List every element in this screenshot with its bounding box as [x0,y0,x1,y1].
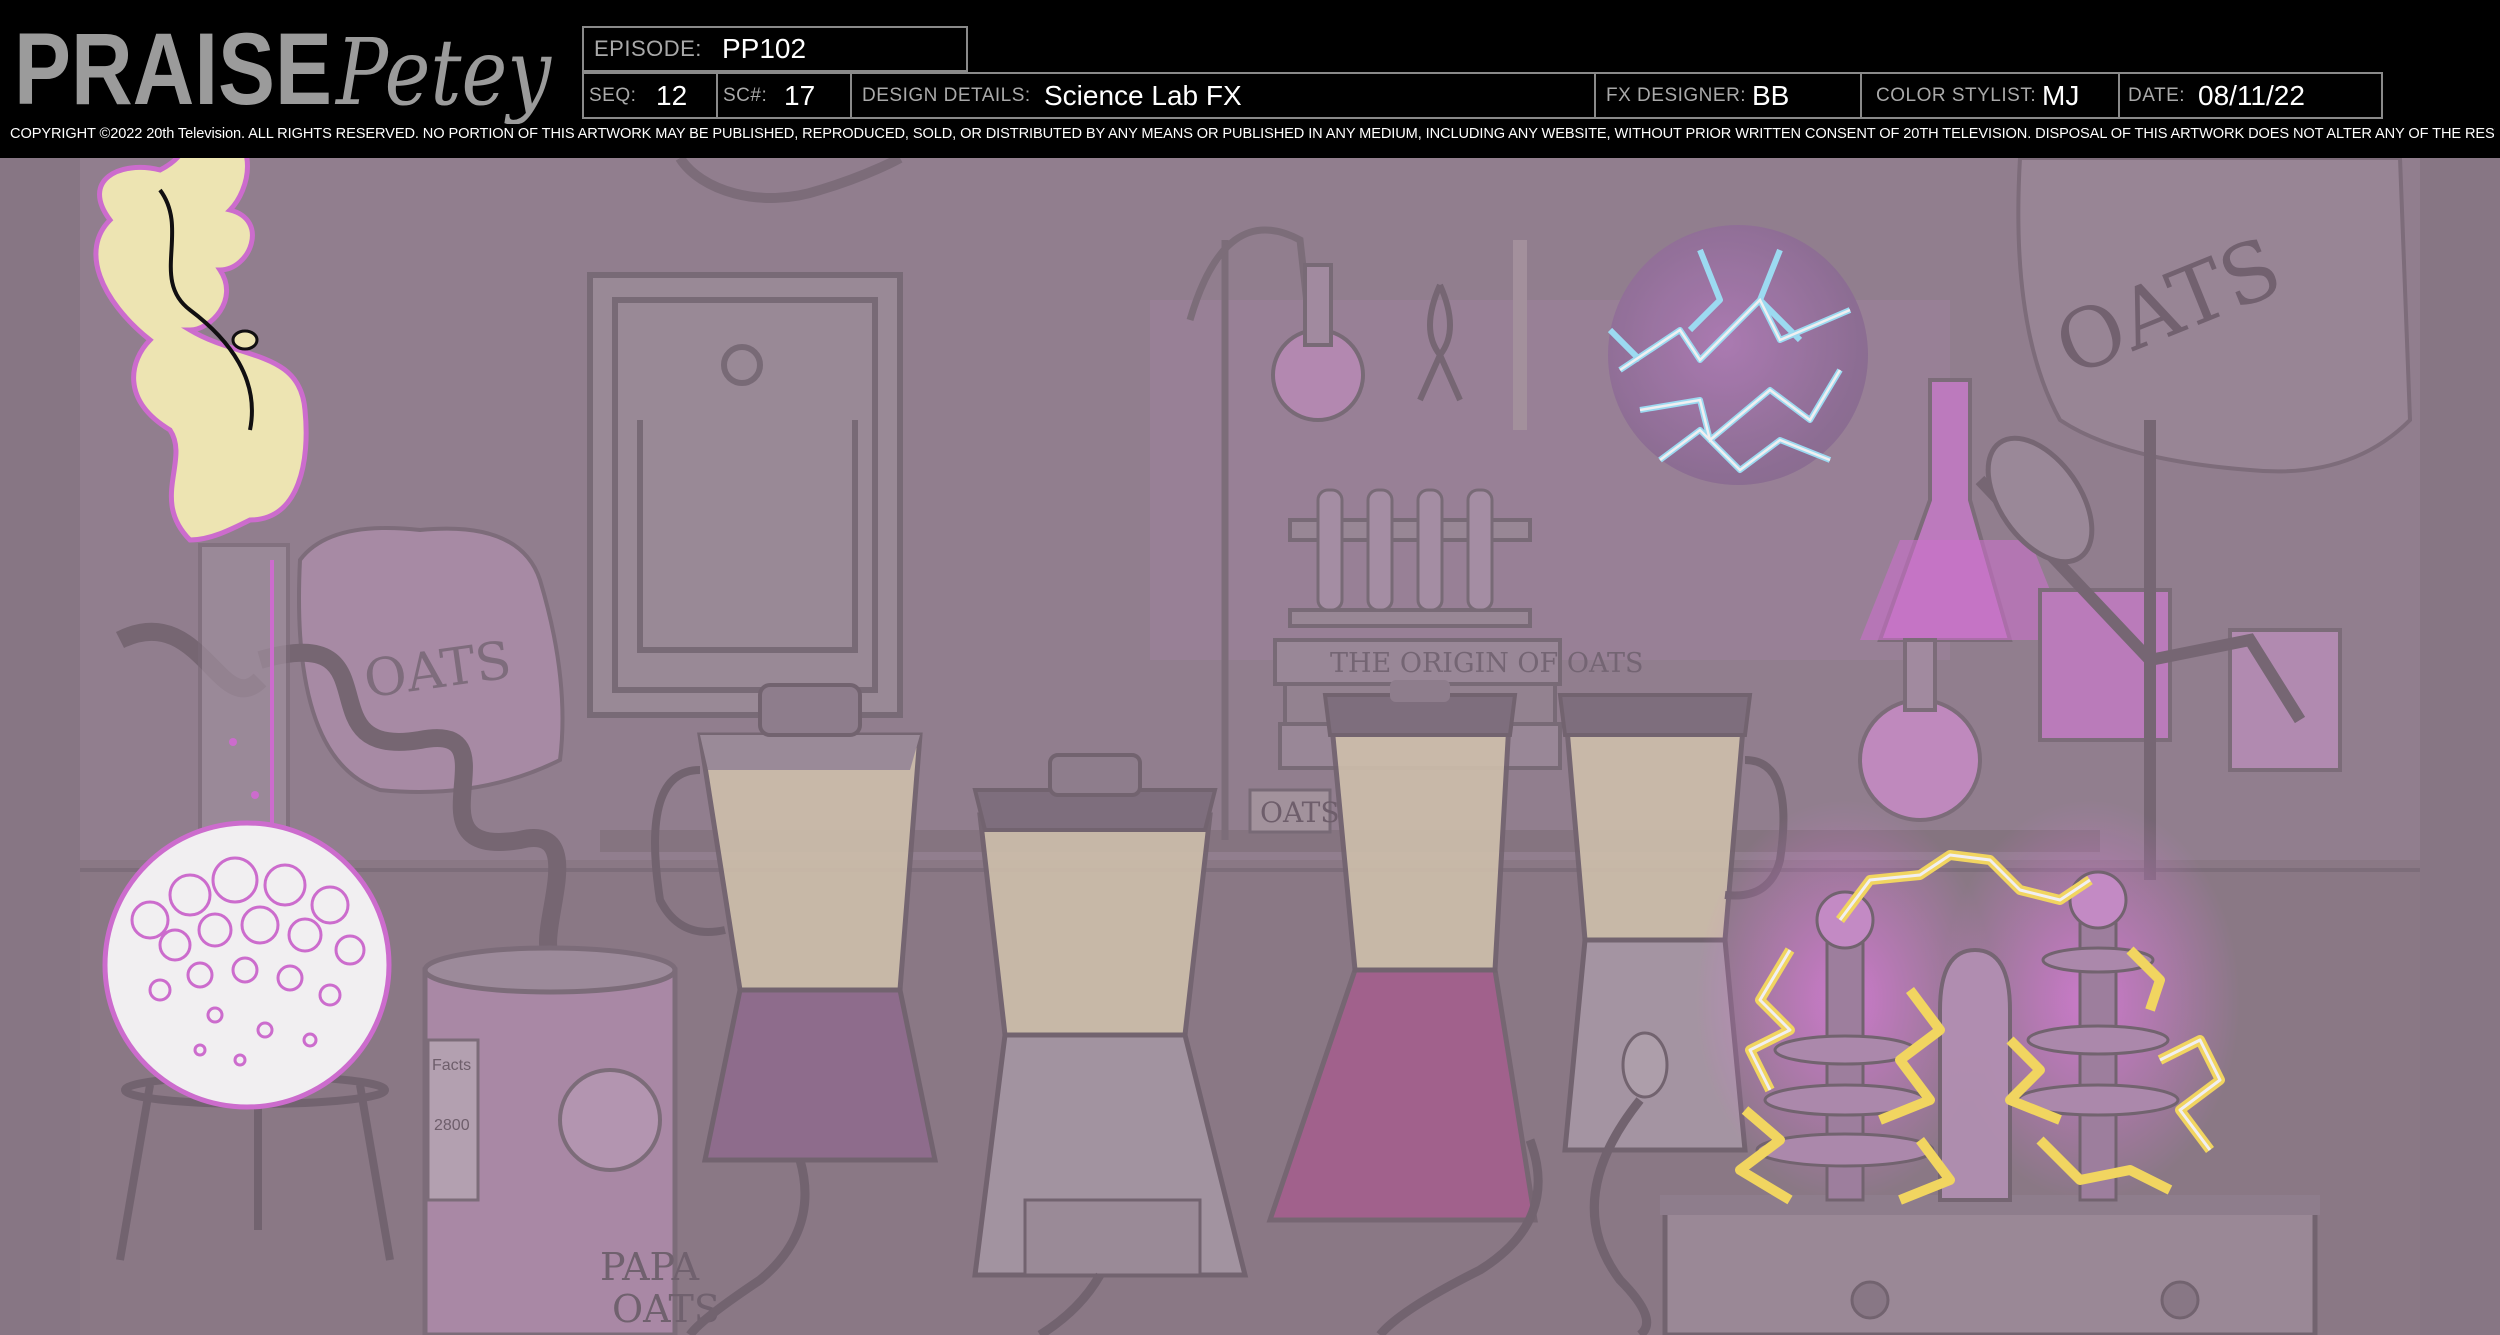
episode-label: EPISODE: [594,36,702,61]
logo-word-petey: Petey [334,19,552,124]
design-details-field: DESIGN DETAILS: Science Lab FX [850,72,1596,119]
date-value: 08/11/22 [2198,79,2305,111]
logo-word-praise: PRAISE [14,12,332,124]
episode-value: PP102 [722,33,807,64]
fx-designer-label: FX DESIGNER: [1606,84,1747,106]
scene-field: SC#: 17 [716,72,852,119]
show-logo: PRAISE Petey [14,12,552,124]
color-stylist-value: MJ [2042,79,2080,111]
header-bar: PRAISE Petey EPISODE: PP102 SEQ: 12 SC#:… [0,0,2500,158]
date-label: DATE: [2128,84,2186,106]
date-field: DATE: 08/11/22 [2118,72,2383,119]
fx-designer-field: FX DESIGNER: BB [1594,72,1862,119]
seq-label: SEQ: [589,84,637,106]
fx-designer-value: BB [1752,79,1790,111]
artwork-canvas: OATS OATS THE ORIGIN OF OATS OATS Facts … [0,158,2500,1335]
color-stylist-field: COLOR STYLIST: MJ [1860,72,2120,119]
color-stylist-label: COLOR STYLIST: [1876,84,2037,106]
episode-field: EPISODE: PP102 [582,26,968,72]
scene-value: 17 [784,79,816,111]
scene-label: SC#: [723,84,768,106]
design-details-label: DESIGN DETAILS: [862,84,1031,106]
design-details-value: Science Lab FX [1044,79,1242,111]
seq-value: 12 [656,79,688,111]
science-lab-artwork: OATS OATS THE ORIGIN OF OATS OATS Facts … [0,158,2500,1335]
copyright-notice: COPYRIGHT ©2022 20th Television. ALL RIG… [10,126,2495,142]
haze-overlay [0,158,2500,1335]
seq-field: SEQ: 12 [582,72,718,119]
